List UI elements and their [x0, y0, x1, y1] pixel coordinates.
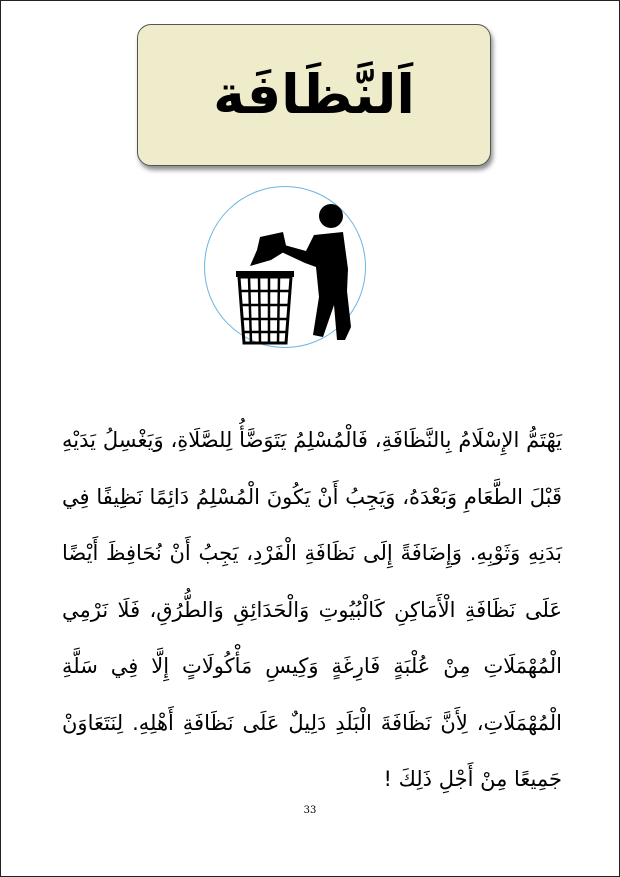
body-paragraph: يَهْتَمُّ الإِسْلَامُ بِالنَّظَافَةِ، فَ… — [62, 428, 562, 791]
title-box: اَلنَّظَافَة — [137, 24, 491, 166]
illustration-circle — [204, 186, 366, 348]
page-number: 33 — [303, 805, 317, 816]
trash-bin-person-icon — [236, 204, 351, 345]
page-title: اَلنَّظَافَة — [213, 63, 415, 126]
